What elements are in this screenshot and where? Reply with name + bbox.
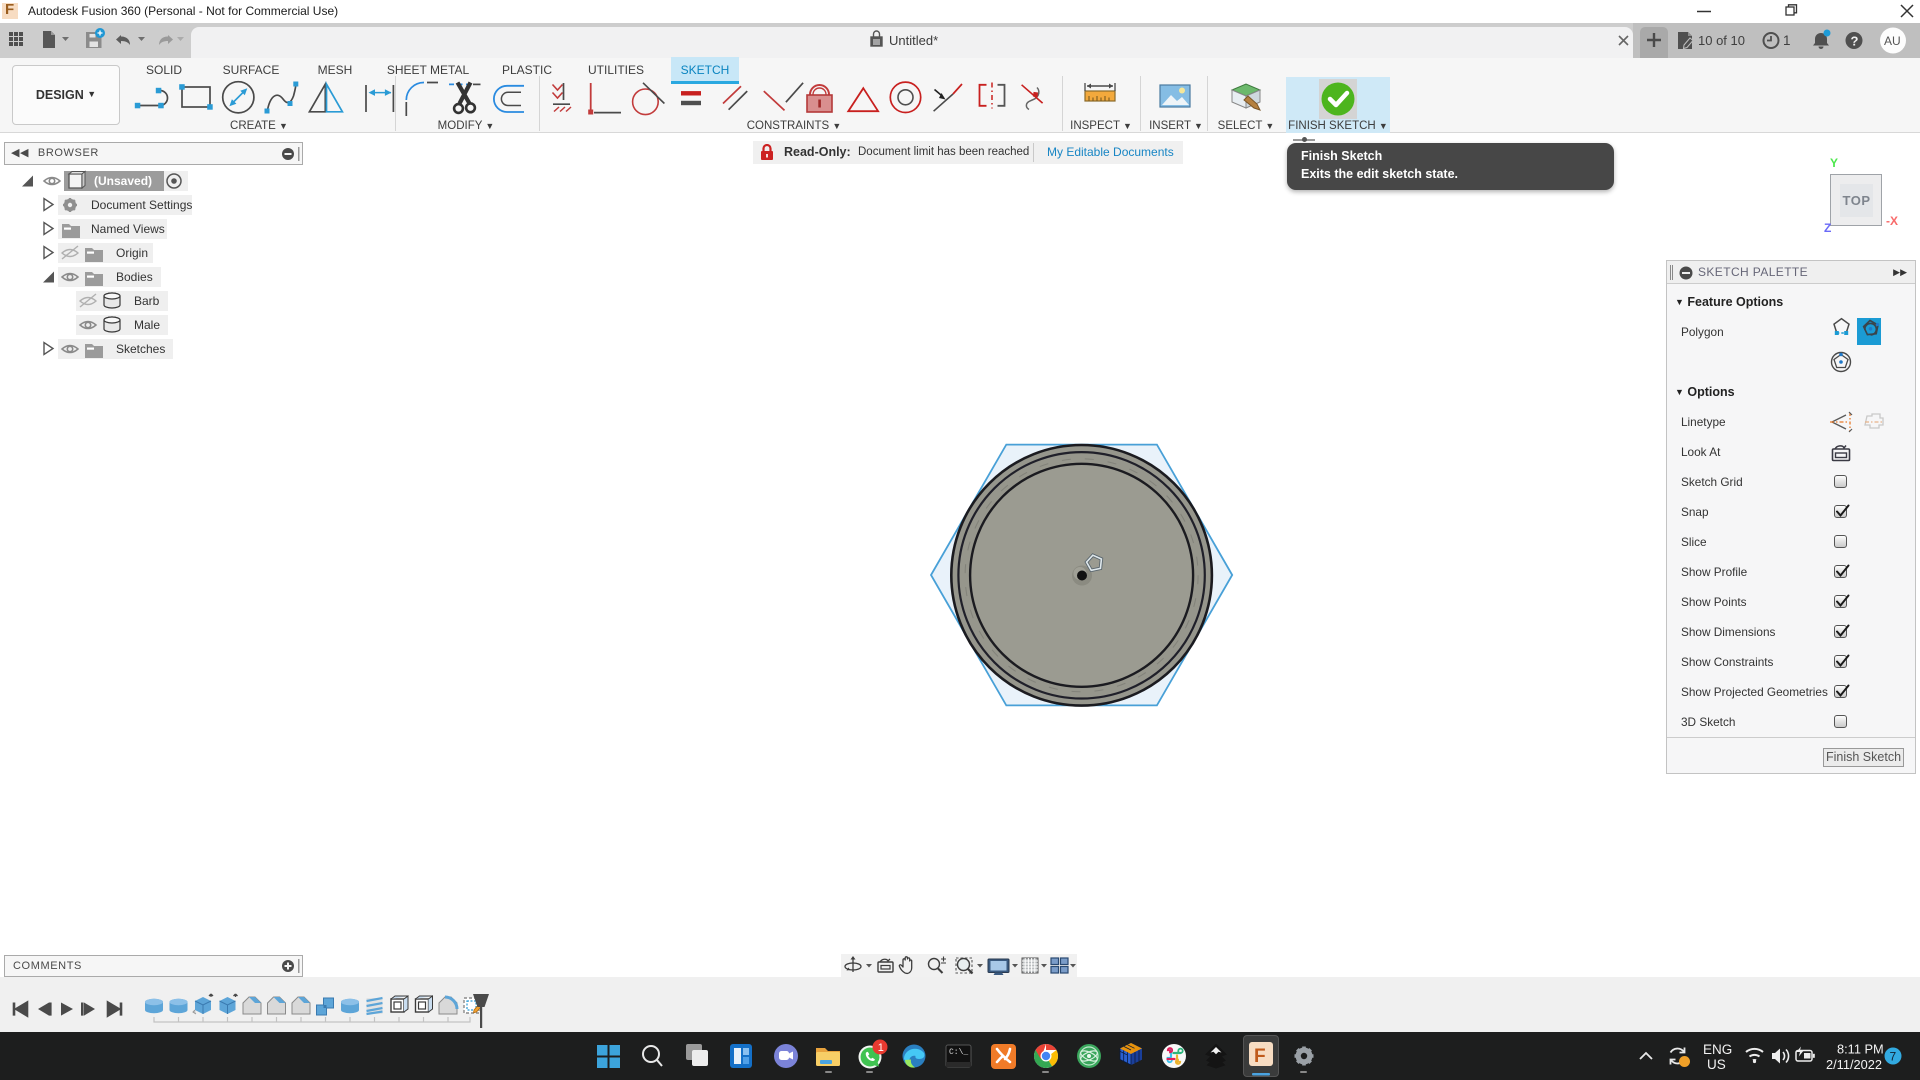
svg-text:2/11/2022: 2/11/2022 <box>1826 1057 1882 1072</box>
svg-text:?: ? <box>1851 34 1859 49</box>
svg-text:AU: AU <box>1884 34 1901 48</box>
svg-text:US: US <box>1707 1057 1726 1072</box>
svg-text:C:\_: C:\_ <box>949 1048 968 1057</box>
svg-text:10 of 10: 10 of 10 <box>1698 33 1745 48</box>
svg-text:ENG: ENG <box>1703 1042 1732 1057</box>
svg-text:8:11 PM: 8:11 PM <box>1837 1042 1884 1057</box>
svg-text:7: 7 <box>1890 1050 1897 1064</box>
svg-text:Untitled*: Untitled* <box>889 33 938 48</box>
svg-text:1: 1 <box>878 1042 884 1054</box>
svg-text:F: F <box>1254 1046 1266 1067</box>
svg-text:1: 1 <box>1783 33 1791 48</box>
